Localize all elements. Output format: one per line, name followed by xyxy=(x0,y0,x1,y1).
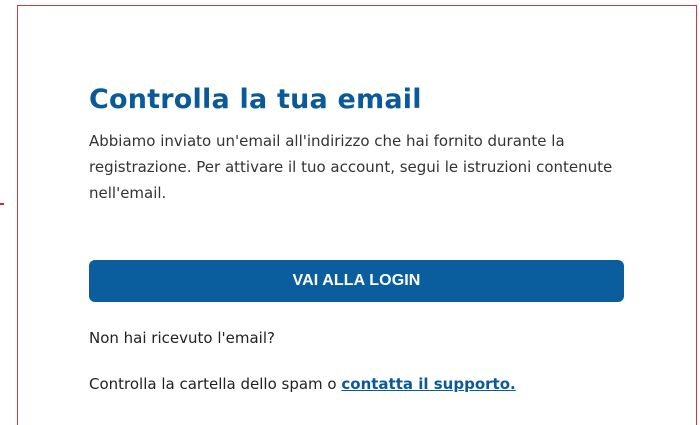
contact-support-link[interactable]: contatta il supporto. xyxy=(341,375,515,393)
page-title: Controlla la tua email xyxy=(89,84,422,115)
spam-hint-text: Controlla la cartella dello spam o xyxy=(89,375,342,393)
email-not-received-text: Non hai ricevuto l'email? xyxy=(89,329,275,347)
left-edge-marker xyxy=(0,203,4,205)
spam-hint: Controlla la cartella dello spam o conta… xyxy=(89,374,516,394)
go-to-login-button[interactable]: VAI ALLA LOGIN xyxy=(89,260,624,302)
verification-card: Controlla la tua email Abbiamo inviato u… xyxy=(17,5,697,425)
confirmation-message: Abbiamo inviato un'email all'indirizzo c… xyxy=(89,132,613,202)
